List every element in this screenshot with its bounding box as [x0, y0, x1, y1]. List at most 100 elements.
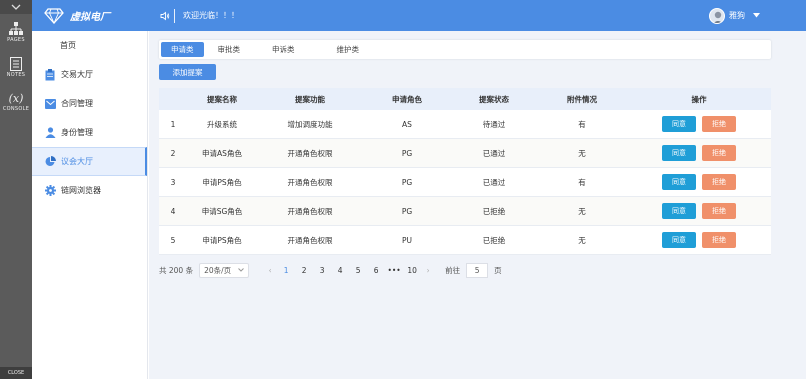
col-status: 提案状态	[479, 94, 509, 104]
agree-button[interactable]: 同意	[662, 174, 696, 190]
page-size-value: 20条/页	[204, 265, 232, 275]
row-attachment: 无	[578, 235, 586, 245]
brand-logo[interactable]: 虚拟电厂	[44, 7, 146, 24]
brand-name: 虚拟电厂	[70, 12, 110, 23]
reject-button[interactable]: 拒绝	[702, 203, 736, 219]
reject-button[interactable]: 拒绝	[702, 174, 736, 190]
avatar	[709, 7, 725, 24]
sidebar-item-label: 身份管理	[61, 128, 93, 137]
row-index: 3	[170, 177, 176, 187]
row-status: 已拒绝	[482, 235, 506, 245]
sidebar-item-label: 首页	[60, 41, 76, 50]
row-status: 已拒绝	[482, 206, 506, 216]
collapse-chevron-icon[interactable]	[0, 0, 32, 14]
agree-button[interactable]: 同意	[662, 203, 696, 219]
agree-button[interactable]: 同意	[662, 145, 696, 161]
col-actions: 操作	[691, 94, 707, 104]
proposal-table: 提案名称 提案功能 申请角色 提案状态 附件情况 操作 1 升级系统 增加调度功…	[159, 88, 771, 255]
table-row: 5 申请PS角色 开通角色权限 PU 已拒绝 无 同意 拒绝	[159, 226, 771, 255]
page-number[interactable]: 6	[367, 266, 385, 275]
rail-notes[interactable]: NOTES	[0, 57, 32, 78]
table-row: 3 申请PS角色 开通角色权限 PG 已通过 有 同意 拒绝	[159, 168, 771, 197]
add-proposal-button[interactable]: 添加提案	[159, 64, 216, 80]
reject-button[interactable]: 拒绝	[702, 116, 736, 132]
row-function: 增加调度功能	[287, 119, 333, 129]
row-status: 已通过	[482, 177, 506, 187]
sidebar-item-identity[interactable]: 身份管理	[32, 118, 147, 147]
notes-icon	[10, 57, 22, 71]
page-number[interactable]: 10	[403, 266, 421, 275]
sidebar-item-label: 合同管理	[61, 99, 93, 108]
sidebar-item-home[interactable]: 首页	[32, 31, 147, 60]
row-function: 开通角色权限	[287, 206, 333, 216]
row-attachment: 有	[578, 177, 586, 187]
page-number[interactable]: 5	[349, 266, 367, 275]
sidebar-item-label: 链网浏览器	[61, 186, 101, 195]
tab-apply[interactable]: 申请类	[161, 42, 204, 57]
sidebar-item-contracts[interactable]: 合同管理	[32, 89, 147, 118]
row-role: PG	[401, 206, 413, 216]
rail-notes-label: NOTES	[6, 72, 26, 78]
tab-appeal[interactable]: 申诉类	[262, 42, 305, 57]
goto-label: 前往	[445, 265, 461, 275]
gear-icon	[44, 185, 56, 197]
page-number[interactable]: 1	[277, 266, 295, 275]
sidebar-item-chain-browser[interactable]: 链网浏览器	[32, 176, 147, 205]
row-status: 已通过	[482, 148, 506, 158]
rail-pages[interactable]: PAGES	[0, 22, 32, 43]
pagination: 共 200 条 20条/页 ‹ 1 2 3 4 5 6 ••• 10 › 前往 …	[159, 262, 502, 278]
row-attachment: 无	[578, 148, 586, 158]
page-size-select[interactable]: 20条/页	[199, 262, 250, 278]
main-content: 申请类 审批类 申诉类 维护类 添加提案 提案名称 提案功能 申请角色 提案状态…	[149, 31, 806, 379]
page-number[interactable]: 4	[331, 266, 349, 275]
sidebar-item-trading-hall[interactable]: 交易大厅	[32, 60, 147, 89]
agree-button[interactable]: 同意	[662, 232, 696, 248]
reject-button[interactable]: 拒绝	[702, 232, 736, 248]
row-role: PU	[401, 235, 412, 245]
tab-approval[interactable]: 审批类	[208, 42, 251, 57]
row-index: 4	[170, 206, 176, 216]
sitemap-icon	[9, 22, 23, 35]
goto-page-input[interactable]: 5	[466, 262, 489, 278]
diamond-icon	[44, 7, 64, 24]
row-status: 待通过	[482, 119, 506, 129]
page-suffix: 页	[494, 265, 502, 275]
row-index: 5	[170, 235, 176, 245]
sidebar-item-council-hall[interactable]: 议会大厅	[32, 147, 147, 176]
envelope-icon	[44, 98, 56, 110]
row-actions: 同意 拒绝	[627, 145, 771, 161]
row-name: 申请SG角色	[201, 206, 243, 216]
table-header: 提案名称 提案功能 申请角色 提案状态 附件情况 操作	[159, 88, 771, 110]
next-page-icon[interactable]: ›	[421, 266, 435, 275]
top-header: 虚拟电厂 欢迎光临！！！ 雅狗	[32, 0, 806, 31]
row-role: PG	[401, 148, 413, 158]
speaker-icon[interactable]	[160, 11, 170, 21]
rail-close-button[interactable]: CLOSE	[0, 367, 32, 379]
clipboard-icon	[44, 68, 56, 81]
left-rail: PAGES NOTES (x) CONSOLE CLOSE	[0, 0, 32, 379]
col-name: 提案名称	[207, 94, 237, 104]
tab-maintenance[interactable]: 维护类	[327, 42, 370, 57]
total-count: 共 200 条	[159, 265, 194, 275]
rail-console-label: CONSOLE	[2, 106, 30, 112]
user-name: 雅狗	[729, 11, 745, 20]
header-divider	[174, 8, 175, 23]
row-actions: 同意 拒绝	[627, 174, 771, 190]
table-row: 1 升级系统 增加调度功能 AS 待通过 有 同意 拒绝	[159, 110, 771, 139]
person-icon	[44, 127, 56, 139]
chevron-down-icon	[238, 268, 244, 272]
page-number[interactable]: 3	[313, 266, 331, 275]
row-role: AS	[402, 119, 412, 129]
more-pages-icon[interactable]: •••	[385, 266, 403, 275]
row-role: PG	[401, 177, 413, 187]
prev-page-icon[interactable]: ‹	[263, 266, 277, 275]
agree-button[interactable]: 同意	[662, 116, 696, 132]
page-number[interactable]: 2	[295, 266, 313, 275]
col-attachment: 附件情况	[567, 94, 597, 104]
row-index: 1	[170, 119, 176, 129]
row-name: 申请AS角色	[202, 148, 242, 158]
user-menu[interactable]: 雅狗	[709, 7, 760, 24]
pie-chart-icon	[44, 156, 56, 168]
rail-console[interactable]: (x) CONSOLE	[0, 92, 32, 112]
reject-button[interactable]: 拒绝	[702, 145, 736, 161]
